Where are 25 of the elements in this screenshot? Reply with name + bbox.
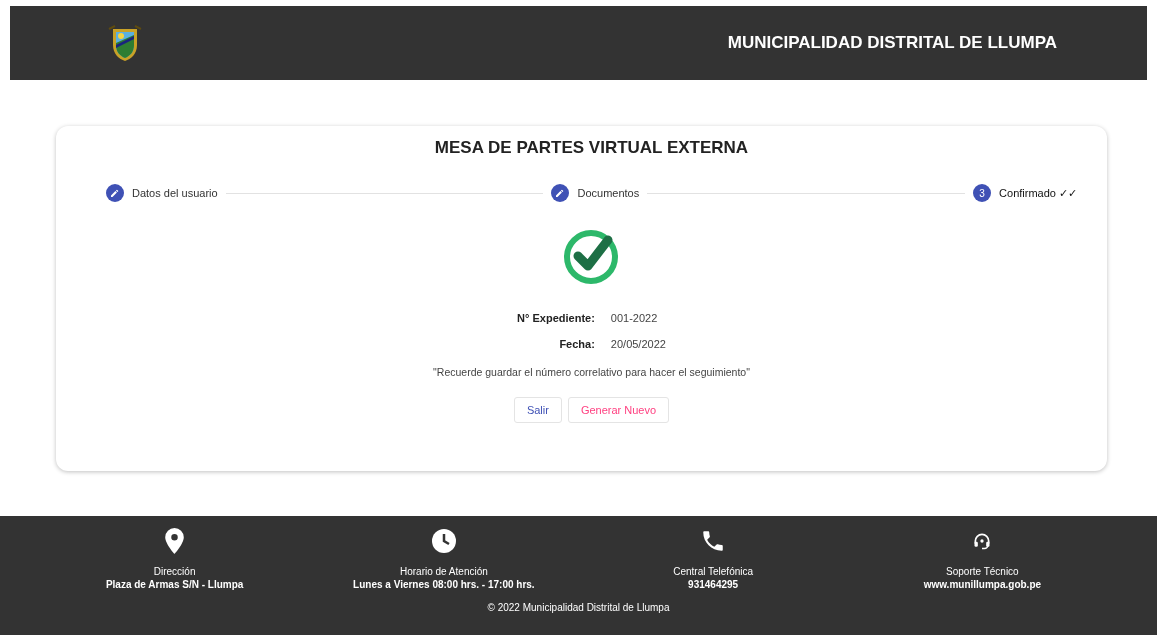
field-label: Fecha:: [558, 338, 595, 350]
footer-value: www.munillumpa.gob.pe: [923, 579, 1042, 590]
action-button[interactable]: Salir: [513, 397, 562, 423]
step-label: Confirmado ✓✓: [999, 186, 1077, 200]
edit-pencil-icon: [551, 184, 570, 202]
footer-value: Lunes a Viernes 08:00 hrs. - 17:00 hrs.: [353, 579, 535, 590]
footer-label: Horario de Atención: [399, 566, 488, 577]
copyright-text: © 2022 Municipalidad Distrital de Llumpa: [487, 602, 670, 613]
footer-label: Dirección: [153, 566, 196, 577]
field-label: N° Expediente:: [517, 312, 595, 324]
footer-value: 931464295: [688, 579, 739, 590]
step-label: Datos del usuario: [132, 187, 218, 199]
reminder-text: "Recuerde guardar el número correlativo para hacer el seguimiento": [433, 366, 750, 378]
municipality-title: MUNICIPALIDAD DISTRITAL DE LLUMPA: [727, 33, 1057, 53]
field-value: 20/05/2022: [610, 338, 666, 350]
footer-label: Soporte Técnico: [946, 566, 1019, 577]
step-number: 3: [973, 184, 992, 202]
card-title: MESA DE PARTES VIRTUAL EXTERNA: [434, 138, 749, 158]
footer-label: Central Telefónica: [673, 566, 754, 577]
footer-value: Plaza de Armas S/N - Llumpa: [105, 579, 244, 590]
clock-icon: [430, 528, 457, 554]
location-pin-icon: [165, 528, 185, 554]
edit-pencil-icon: [106, 184, 124, 202]
field-value: 001-2022: [610, 312, 659, 324]
step-label: Documentos: [577, 187, 640, 199]
